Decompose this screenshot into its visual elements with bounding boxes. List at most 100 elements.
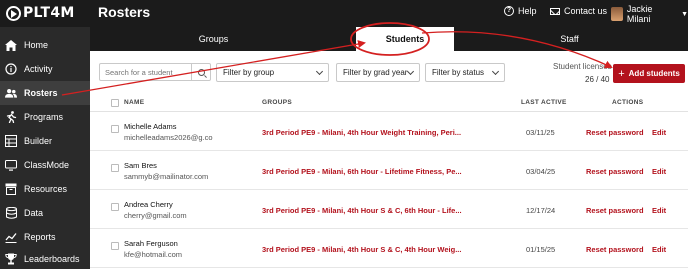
sidebar-item-reports[interactable]: Reports [0, 225, 90, 249]
filter-by-grad-year-select[interactable]: Filter by grad year [336, 63, 420, 82]
reset-password-link[interactable]: Reset password [586, 167, 644, 176]
sidebar-item-label: Data [24, 208, 44, 218]
student-name: Sam Bres [124, 161, 157, 170]
student-email: cherry@gmail.com [124, 211, 187, 220]
table-row: Andrea Cherry cherry@gmail.com 3rd Perio… [90, 191, 688, 229]
filter-label: Filter by grad year [343, 68, 408, 77]
page-title: Rosters [98, 4, 151, 20]
row-checkbox[interactable] [111, 164, 119, 172]
sidebar-item-label: Rosters [24, 88, 58, 98]
add-students-label: Add students [628, 69, 680, 78]
last-active-date: 12/17/24 [526, 206, 556, 215]
contact-us-link[interactable]: Contact us [550, 6, 607, 16]
edit-link[interactable]: Edit [652, 128, 666, 137]
reset-password-link[interactable]: Reset password [586, 245, 644, 254]
chevron-down-icon [315, 67, 324, 76]
sidebar: Home Activity Rosters Programs Builder C… [0, 27, 90, 269]
filter-label: Filter by group [223, 68, 275, 77]
sidebar-item-home[interactable]: Home [0, 33, 90, 57]
user-menu[interactable]: Jackie Milani ▼ [611, 4, 688, 24]
sidebar-item-label: Activity [24, 64, 53, 74]
chart-icon [5, 231, 17, 243]
sidebar-item-data[interactable]: Data [0, 201, 90, 225]
play-icon [6, 5, 21, 21]
sidebar-item-label: ClassMode [24, 160, 70, 170]
screen-icon [5, 159, 17, 171]
grid-icon [5, 135, 17, 147]
sidebar-item-label: Reports [24, 232, 56, 242]
sidebar-item-leaderboards[interactable]: Leaderboards [0, 247, 90, 269]
chevron-down-icon [406, 67, 415, 76]
student-name: Michelle Adams [124, 122, 177, 131]
add-students-button[interactable]: + Add students [613, 64, 685, 83]
tab-staff[interactable]: Staff [470, 27, 669, 51]
sidebar-item-activity[interactable]: Activity [0, 57, 90, 81]
table-header: NAME GROUPS LAST ACTIVE ACTIONS [90, 95, 688, 112]
last-active-date: 03/11/25 [526, 128, 555, 137]
tab-bar: Groups Students Staff [90, 27, 688, 51]
student-licenses-count: 26 / 40 [585, 75, 610, 84]
edit-link[interactable]: Edit [652, 167, 666, 176]
tab-students[interactable]: Students [356, 27, 454, 51]
reset-password-link[interactable]: Reset password [586, 128, 644, 137]
sidebar-item-classmode[interactable]: ClassMode [0, 153, 90, 177]
row-checkbox[interactable] [111, 203, 119, 211]
info-icon [5, 63, 17, 75]
column-header-name: NAME [124, 99, 145, 106]
student-email: michelleadams2026@g.co [124, 133, 213, 142]
contact-label: Contact us [564, 6, 608, 16]
chevron-down-icon: ▼ [681, 10, 688, 18]
edit-link[interactable]: Edit [652, 245, 666, 254]
plus-icon: + [618, 67, 625, 80]
sidebar-item-rosters[interactable]: Rosters [0, 81, 90, 105]
sidebar-item-builder[interactable]: Builder [0, 129, 90, 153]
runner-icon [5, 111, 17, 123]
table-row: Michelle Adams michelleadams2026@g.co 3r… [90, 113, 688, 151]
help-label: Help [518, 6, 537, 16]
search-button[interactable] [191, 64, 210, 80]
box-icon [5, 183, 17, 195]
sidebar-item-label: Home [24, 40, 49, 50]
sidebar-item-resources[interactable]: Resources [0, 177, 90, 201]
select-all-checkbox[interactable] [111, 99, 119, 107]
student-groups-link[interactable]: 3rd Period PE9 - Milani, 6th Hour - Life… [262, 167, 462, 176]
student-email: sammyb@mailinator.com [124, 172, 209, 181]
mail-icon [550, 7, 560, 15]
chevron-down-icon [491, 67, 500, 76]
avatar [611, 7, 623, 21]
last-active-date: 01/15/25 [526, 245, 556, 254]
user-name: Jackie Milani [626, 4, 653, 24]
help-link[interactable]: ? Help [504, 6, 537, 16]
search-icon [197, 68, 205, 76]
trophy-icon [5, 253, 17, 265]
column-header-groups: GROUPS [262, 99, 292, 106]
logo-text: PLT4M [23, 5, 75, 21]
sidebar-item-label: Programs [24, 112, 64, 122]
plt4m-logo[interactable]: PLT4M [6, 3, 75, 23]
sidebar-item-label: Resources [24, 184, 68, 194]
row-checkbox[interactable] [111, 125, 119, 133]
sidebar-item-label: Builder [24, 136, 53, 146]
column-header-actions: ACTIONS [612, 99, 644, 106]
reset-password-link[interactable]: Reset password [586, 206, 644, 215]
home-icon [5, 39, 17, 51]
database-icon [5, 207, 17, 219]
filter-by-group-select[interactable]: Filter by group [216, 63, 329, 82]
edit-link[interactable]: Edit [652, 206, 666, 215]
users-icon [5, 87, 17, 99]
student-licenses-label: Student licenses [553, 62, 612, 71]
row-checkbox[interactable] [111, 242, 119, 250]
table-row: Sam Bres sammyb@mailinator.com 3rd Perio… [90, 152, 688, 190]
column-header-last-active: LAST ACTIVE [521, 99, 567, 106]
sidebar-item-label: Leaderboards [24, 254, 80, 264]
tab-groups[interactable]: Groups [114, 27, 313, 51]
filter-by-status-select[interactable]: Filter by status [425, 63, 505, 82]
student-groups-link[interactable]: 3rd Period PE9 - Milani, 4th Hour S & C,… [262, 206, 462, 215]
student-name: Sarah Ferguson [124, 239, 178, 248]
sidebar-item-programs[interactable]: Programs [0, 105, 90, 129]
student-groups-link[interactable]: 3rd Period PE9 - Milani, 4th Hour Weight… [262, 128, 461, 137]
student-email: kfe@hotmail.com [124, 250, 183, 259]
top-header: PLT4M Rosters ? Help Contact us Jackie M… [0, 0, 688, 27]
student-name: Andrea Cherry [124, 200, 173, 209]
student-groups-link[interactable]: 3rd Period PE9 - Milani, 4th Hour S & C,… [262, 245, 461, 254]
